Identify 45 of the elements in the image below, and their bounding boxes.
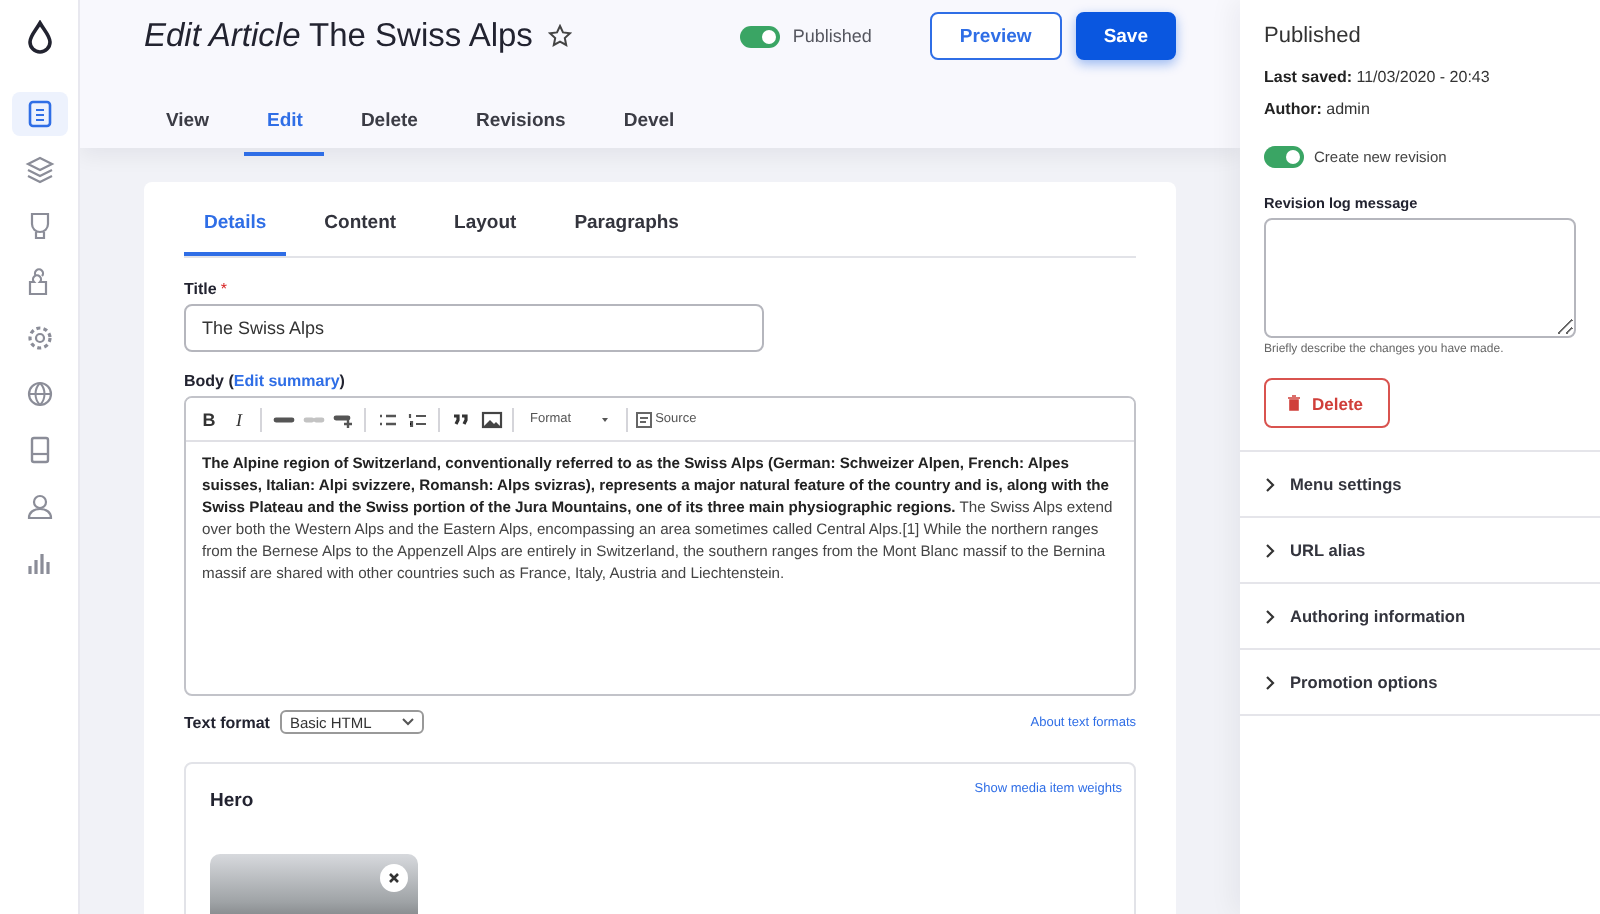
delete-button[interactable]: Delete	[1264, 378, 1390, 428]
accordion-item[interactable]: Authoring information	[1240, 582, 1600, 648]
toggle-label: Published	[792, 26, 872, 46]
status-heading: Published	[1264, 24, 1363, 48]
image-icon	[479, 407, 503, 431]
revision-log-textarea[interactable]	[1264, 218, 1576, 338]
accordion-item[interactable]: URL alias	[1240, 516, 1600, 582]
toggle-switch[interactable]	[740, 25, 781, 47]
tab[interactable]: Delete	[338, 92, 440, 156]
tab[interactable]: View	[144, 92, 231, 156]
italic-button[interactable]: I	[226, 405, 252, 433]
tab[interactable]: Content	[304, 194, 417, 256]
caret-icon	[599, 415, 610, 423]
accordion-item[interactable]: Menu settings	[1240, 450, 1600, 516]
tab[interactable]: Paragraphs	[554, 194, 699, 256]
remove-button[interactable]	[380, 864, 408, 892]
section-title: Hero	[210, 790, 254, 812]
required-mark: *	[220, 280, 227, 298]
nav-item[interactable]	[11, 92, 67, 136]
star-icon[interactable]	[548, 24, 573, 48]
tab[interactable]: Layout	[434, 194, 537, 256]
field-label: Title	[184, 280, 217, 298]
meta-text: Last saved: 11/03/2020 - 20:43	[1264, 68, 1492, 86]
tab[interactable]: Devel	[601, 92, 697, 156]
tab[interactable]: Edit	[244, 92, 325, 156]
accordion-item[interactable]: Promotion options	[1240, 648, 1600, 716]
preview-button[interactable]: Preview	[929, 12, 1062, 60]
save-button[interactable]: Save	[1075, 12, 1176, 60]
field-label: Text format	[184, 713, 270, 731]
trash-icon	[1286, 394, 1302, 412]
title-input[interactable]: The Swiss Alps	[184, 304, 764, 352]
field-label: Body (Edit summary)	[184, 372, 347, 390]
tab[interactable]: Details	[184, 194, 287, 256]
bold-button[interactable]: B	[196, 405, 222, 433]
chevron-down-icon	[401, 718, 414, 726]
document-icon	[635, 411, 652, 427]
close-icon	[388, 872, 400, 884]
logo-icon[interactable]	[25, 20, 53, 56]
page-title: Edit Article The Swiss Alps	[144, 17, 533, 55]
edit-summary-link[interactable]: Edit summary	[233, 372, 340, 390]
tab[interactable]: Revisions	[453, 92, 588, 156]
rich-text-editor[interactable]	[184, 396, 1136, 696]
meta-text: Author: admin	[1264, 100, 1372, 118]
layers-icon	[21, 152, 57, 188]
toggle-switch[interactable]	[1264, 146, 1304, 168]
